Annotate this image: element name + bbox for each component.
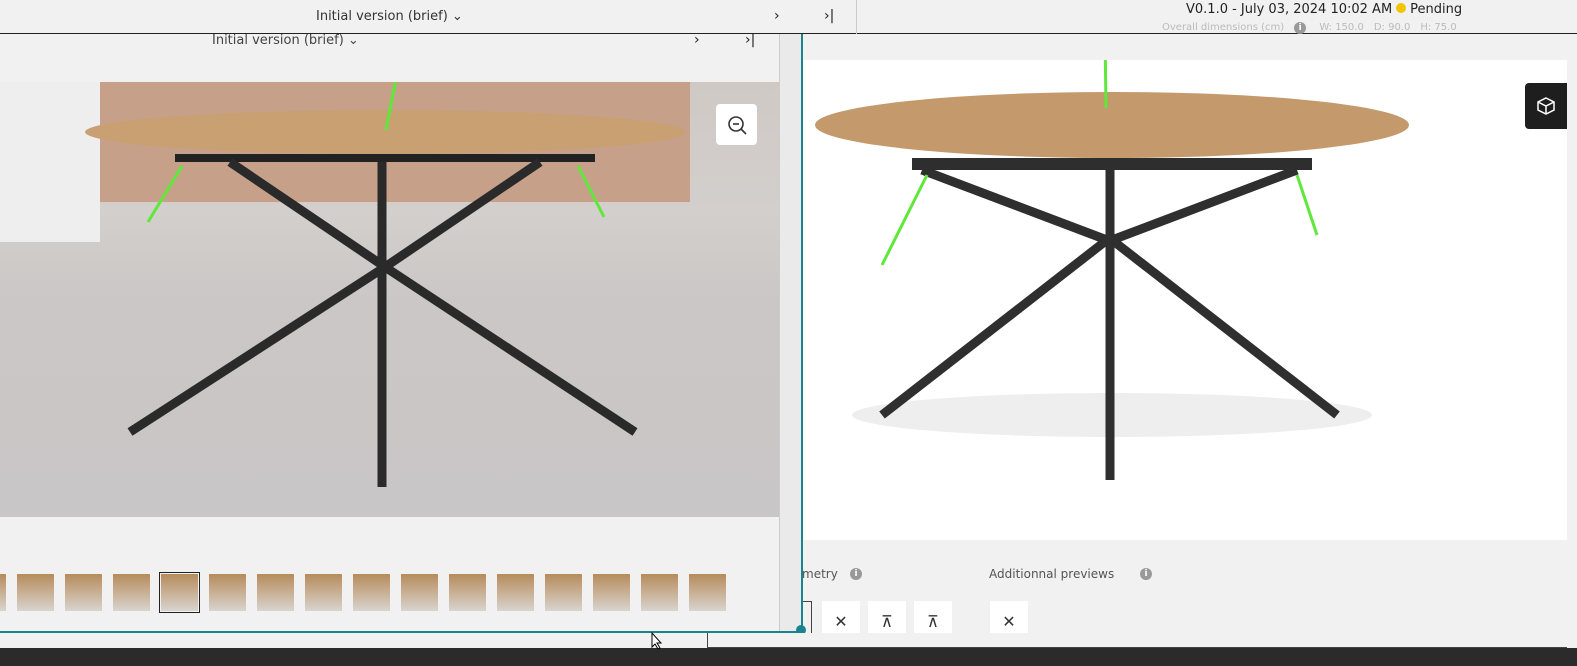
thumbnail[interactable]: [449, 574, 486, 611]
scrollbar[interactable]: [779, 34, 801, 631]
panel-bottom: [707, 633, 1567, 648]
version-dropdown[interactable]: Initial version (brief) ⌄: [212, 33, 359, 48]
divider: [856, 0, 857, 34]
info-icon[interactable]: i: [1140, 568, 1152, 580]
zoom-out-button[interactable]: [716, 104, 757, 145]
thumbnail[interactable]: [593, 574, 630, 611]
depth-value: D: 90.0: [1373, 22, 1411, 33]
thumbnail[interactable]: [65, 574, 102, 611]
version-info: V0.1.0 - July 03, 2024 10:02 AM Pending: [1186, 2, 1462, 17]
thumbnail-strip: [0, 572, 726, 613]
version-title: Initial version (brief): [316, 9, 448, 24]
version-title: Initial version (brief): [212, 33, 344, 48]
taskbar: [0, 648, 1577, 666]
zoom-out-icon: [727, 115, 747, 135]
next-button[interactable]: ›: [694, 32, 700, 48]
thumbnail[interactable]: [353, 574, 390, 611]
height-value: H: 75.0: [1420, 22, 1457, 33]
info-icon[interactable]: i: [850, 568, 862, 580]
thumbnail[interactable]: [113, 574, 150, 611]
top-bar: Initial version (brief) ⌄ › ›| V0.1.0 - …: [0, 0, 1577, 34]
last-button[interactable]: ›|: [745, 32, 755, 48]
thumbnail[interactable]: [545, 574, 582, 611]
status-dot-icon: [1396, 3, 1407, 13]
thumbnail[interactable]: [257, 574, 294, 611]
thumbnail[interactable]: [17, 574, 54, 611]
table-photo-image: [0, 0, 690, 487]
comparison-window: Initial version (brief) ⌄ › ›|: [0, 0, 806, 635]
status-badge: Pending: [1410, 2, 1463, 17]
geometry-label: metry: [802, 567, 838, 581]
dimensions: Overall dimensions (cm) i W: 150.0 D: 90.0…: [1162, 22, 1467, 34]
thumbnail[interactable]: [401, 574, 438, 611]
table-render-image: [815, 34, 1409, 480]
thumbnail[interactable]: [497, 574, 534, 611]
thumbnail[interactable]: [305, 574, 342, 611]
previews-label: Additionnal previews: [989, 567, 1115, 581]
thumbnail-selected[interactable]: [159, 572, 200, 613]
thumbnail[interactable]: [209, 574, 246, 611]
next-button[interactable]: ›: [774, 8, 780, 24]
thumbnail[interactable]: [641, 574, 678, 611]
version-date: V0.1.0 - July 03, 2024 10:02 AM: [1186, 2, 1393, 17]
dims-label: Overall dimensions (cm): [1162, 22, 1285, 33]
info-icon[interactable]: i: [1294, 22, 1307, 34]
cube-icon: [1537, 97, 1555, 115]
render-preview: [802, 34, 1567, 540]
reference-photo: [0, 0, 779, 517]
cursor-icon: [651, 632, 663, 650]
thumbnail[interactable]: [0, 574, 6, 611]
version-dropdown[interactable]: Initial version (brief) ⌄: [316, 9, 463, 24]
3d-view-button[interactable]: [1525, 83, 1567, 129]
width-value: W: 150.0: [1319, 22, 1364, 33]
thumbnail[interactable]: [689, 574, 726, 611]
last-button[interactable]: ›|: [824, 8, 834, 24]
